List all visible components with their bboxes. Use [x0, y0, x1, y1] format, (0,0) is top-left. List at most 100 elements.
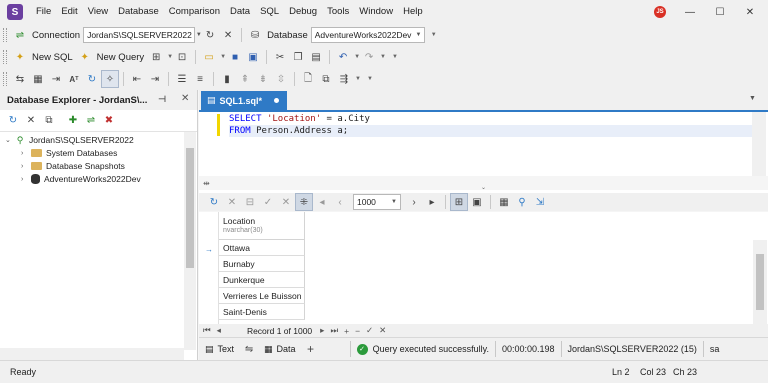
- menu-window[interactable]: Window: [354, 0, 398, 24]
- prev-bookmark-icon[interactable]: ⇞: [236, 70, 254, 88]
- table-icon[interactable]: ▦: [495, 193, 513, 211]
- new-document-icon[interactable]: ⊡: [173, 48, 191, 66]
- scrollbar-thumb[interactable]: [756, 254, 764, 310]
- results-grid[interactable]: Location nvarchar(30) → Ottawa Burnaby D…: [199, 212, 768, 324]
- chevron-down-icon[interactable]: ▼: [355, 76, 361, 82]
- grid-view-icon[interactable]: ⊞: [450, 193, 468, 211]
- toolbar-grip[interactable]: [3, 72, 7, 86]
- table-row[interactable]: Ottawa: [219, 240, 305, 256]
- connection-select[interactable]: JordanS\SQLSERVER2022 ▼: [83, 27, 202, 43]
- save-icon[interactable]: ■: [226, 48, 244, 66]
- clear-bookmarks-icon[interactable]: ⇳: [272, 70, 290, 88]
- database-select[interactable]: AdventureWorks2022Dev ▼: [310, 27, 425, 43]
- next-record-icon[interactable]: ▸: [320, 325, 324, 336]
- maximize-button[interactable]: ☐: [705, 0, 735, 24]
- tabs-overflow-icon[interactable]: ▼: [749, 95, 756, 102]
- tab-text[interactable]: ▤ Text: [199, 338, 240, 361]
- table-row[interactable]: Verrieres Le Buisson: [219, 288, 305, 304]
- refresh-connection-icon[interactable]: ↻: [201, 26, 219, 44]
- cut-icon[interactable]: ✂: [271, 48, 289, 66]
- table-row[interactable]: Dunkerque: [219, 272, 305, 288]
- first-record-icon[interactable]: ⏮: [203, 325, 211, 336]
- lock-icon[interactable]: ⊟: [241, 193, 259, 211]
- pages-icon[interactable]: ⧉: [317, 70, 335, 88]
- close-panel-icon[interactable]: ✕: [181, 93, 189, 104]
- refresh-icon[interactable]: ↻: [205, 193, 223, 211]
- indent-icon[interactable]: ⇥: [47, 70, 65, 88]
- redo-icon[interactable]: ↷: [360, 48, 378, 66]
- card-view-icon[interactable]: ▣: [468, 193, 486, 211]
- tree-item-system-databases[interactable]: › System Databases: [21, 147, 117, 159]
- menu-tools[interactable]: Tools: [322, 0, 354, 24]
- cancel-icon[interactable]: ✕: [223, 193, 241, 211]
- menu-data[interactable]: Data: [225, 0, 255, 24]
- user-avatar[interactable]: JS: [654, 6, 666, 18]
- connection-icon[interactable]: ⇌: [11, 26, 29, 44]
- first-page-icon[interactable]: ◂: [313, 193, 331, 211]
- new-connection-icon[interactable]: ✚: [64, 112, 82, 130]
- explorer-vertical-scrollbar[interactable]: [184, 132, 196, 350]
- save-all-icon[interactable]: ▣: [244, 48, 262, 66]
- bookmark-icon[interactable]: ▮: [218, 70, 236, 88]
- minimize-button[interactable]: —: [675, 0, 705, 24]
- toolbar-overflow-icon[interactable]: ▼: [431, 32, 437, 38]
- paste-icon[interactable]: ▤: [307, 48, 325, 66]
- delete-connection-icon[interactable]: ✖: [100, 112, 118, 130]
- menu-debug[interactable]: Debug: [284, 0, 322, 24]
- toolbar-grip[interactable]: [3, 50, 7, 64]
- chevron-down-icon[interactable]: ⌄: [481, 184, 486, 191]
- comment-icon[interactable]: ✧: [101, 70, 119, 88]
- new-sql-button[interactable]: New SQL: [29, 48, 76, 66]
- edit-connection-icon[interactable]: ⇌: [82, 112, 100, 130]
- scrollbar-thumb[interactable]: [186, 148, 194, 268]
- delete-record-icon[interactable]: −: [355, 326, 360, 336]
- add-tab-button[interactable]: +: [302, 340, 320, 358]
- menu-file[interactable]: File: [31, 0, 56, 24]
- pin-icon[interactable]: ⊣: [158, 94, 166, 105]
- next-bookmark-icon[interactable]: ⇟: [254, 70, 272, 88]
- discard-icon[interactable]: ✕: [277, 193, 295, 211]
- find-icon[interactable]: ⚲: [513, 193, 531, 211]
- sql-line-1[interactable]: SELECT 'Location' = a.City: [229, 113, 370, 125]
- explorer-horizontal-scrollbar[interactable]: [0, 348, 184, 360]
- chevron-right-icon[interactable]: ›: [21, 150, 31, 157]
- menu-help[interactable]: Help: [398, 0, 428, 24]
- menu-view[interactable]: View: [83, 0, 113, 24]
- disconnect-icon[interactable]: ✕: [219, 26, 237, 44]
- menu-comparison[interactable]: Comparison: [164, 0, 225, 24]
- table-row[interactable]: Burnaby: [219, 256, 305, 272]
- toolbar-grip[interactable]: [3, 28, 7, 42]
- tab-sql1[interactable]: ▤ SQL1.sql*: [201, 91, 287, 110]
- outline-icon[interactable]: ≡: [191, 70, 209, 88]
- toolbar-overflow-icon[interactable]: ▼: [367, 76, 373, 82]
- add-record-icon[interactable]: +: [344, 326, 349, 336]
- menu-sql[interactable]: SQL: [255, 0, 284, 24]
- table-row[interactable]: Saint-Denis: [219, 304, 305, 320]
- last-page-icon[interactable]: ▸: [423, 193, 441, 211]
- format-icon[interactable]: ⇆: [11, 70, 29, 88]
- chevron-right-icon[interactable]: ›: [21, 163, 31, 170]
- align-left-icon[interactable]: ⇤: [128, 70, 146, 88]
- new-object-icon[interactable]: ⊞: [147, 48, 165, 66]
- refresh-icon[interactable]: ↻: [83, 70, 101, 88]
- new-query-button[interactable]: New Query: [94, 48, 148, 66]
- list-icon[interactable]: ☰: [173, 70, 191, 88]
- refresh-icon[interactable]: ↻: [4, 112, 22, 130]
- close-window-button[interactable]: ✕: [735, 0, 765, 24]
- stop-icon[interactable]: ✕: [22, 112, 40, 130]
- tab-data[interactable]: ▦ Data: [258, 338, 302, 361]
- next-page-icon[interactable]: ›: [405, 193, 423, 211]
- export-icon[interactable]: ⇲: [531, 193, 549, 211]
- post-record-icon[interactable]: ✓: [366, 325, 373, 336]
- script-icon[interactable]: ⇶: [335, 70, 353, 88]
- tree-item-database-snapshots[interactable]: › Database Snapshots: [21, 160, 125, 172]
- chevron-down-icon[interactable]: ⌄: [5, 136, 15, 144]
- fetch-all-icon[interactable]: ⁜: [295, 193, 313, 211]
- menu-edit[interactable]: Edit: [56, 0, 82, 24]
- prev-page-icon[interactable]: ‹: [331, 193, 349, 211]
- copy-icon[interactable]: ⧉: [40, 112, 58, 130]
- copy-icon[interactable]: ❐: [289, 48, 307, 66]
- split-icon[interactable]: ⇋: [240, 340, 258, 358]
- open-file-icon[interactable]: ▭: [200, 48, 218, 66]
- font-case-icon[interactable]: Aᵀ: [65, 70, 83, 88]
